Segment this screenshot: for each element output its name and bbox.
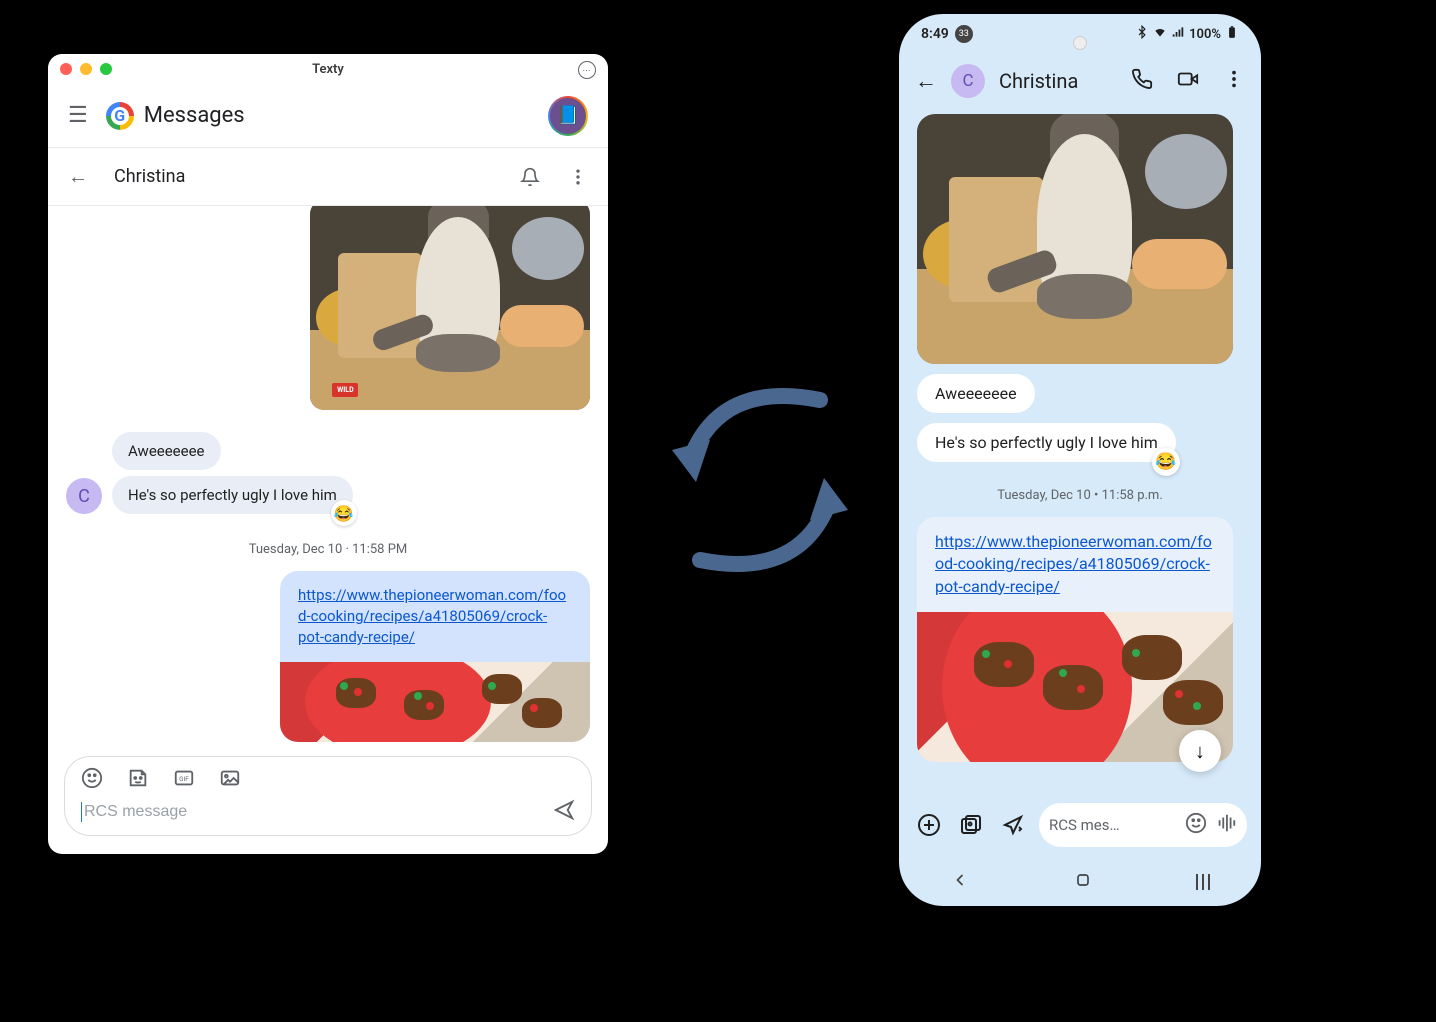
sticker-icon[interactable]	[127, 767, 149, 793]
nav-back-icon[interactable]	[950, 870, 970, 894]
message-input[interactable]	[84, 803, 553, 821]
link-preview-image	[280, 662, 590, 742]
profile-avatar-button[interactable]: 📘	[548, 96, 588, 136]
more-options-icon[interactable]	[568, 167, 588, 187]
emoji-picker-icon[interactable]	[1185, 812, 1207, 838]
phone-nav-bar	[899, 858, 1261, 906]
incoming-link-bubble[interactable]: https://www.thepioneerwoman.com/food-coo…	[917, 517, 1233, 762]
bluetooth-icon	[1135, 25, 1149, 43]
phone-conversation-header: ← C Christina	[899, 54, 1261, 108]
notifications-icon[interactable]	[520, 167, 540, 187]
add-attachment-icon[interactable]	[913, 809, 945, 841]
phone-mockup: 8:49 33 100% ← C Christina	[895, 10, 1265, 910]
outgoing-message-bubble[interactable]: Aweeeeeee	[917, 374, 1035, 413]
google-logo-icon	[106, 102, 134, 130]
timestamp-divider: Tuesday, Dec 10 · 11:58 PM	[66, 542, 590, 557]
outgoing-message-bubble[interactable]: He's so perfectly ugly I love him 😂	[917, 423, 1176, 462]
nav-recents-icon[interactable]	[1196, 874, 1210, 890]
incoming-message-group: C Aweeeeeee He's so perfectly ugly I lov…	[66, 432, 590, 514]
window-more-icon[interactable]: ⋯	[578, 61, 596, 79]
video-call-icon[interactable]	[1177, 68, 1199, 94]
menu-icon[interactable]: ☰	[68, 103, 88, 128]
contact-name: Christina	[114, 166, 185, 187]
sync-arrows-illustration	[660, 350, 860, 610]
back-arrow-icon[interactable]: ←	[915, 68, 937, 94]
message-thread: WILD C Aweeeeeee He's so perfectly ugly …	[48, 206, 608, 744]
gif-icon[interactable]: GIF	[173, 767, 195, 793]
phone-camera-notch	[1073, 36, 1087, 50]
phone-composer: RCS mes…	[899, 792, 1261, 858]
status-notification-count: 33	[955, 25, 973, 43]
incoming-message-bubble[interactable]: He's so perfectly ugly I love him 😂	[112, 476, 353, 514]
wifi-icon	[1153, 25, 1167, 43]
phone-message-thread: Aweeeeeee He's so perfectly ugly I love …	[899, 108, 1261, 784]
phone-message-input-pill[interactable]: RCS mes…	[1039, 803, 1247, 847]
message-composer: GIF	[64, 756, 592, 836]
incoming-link-text[interactable]: https://www.thepioneerwoman.com/food-coo…	[917, 517, 1233, 612]
back-arrow-icon[interactable]: ←	[68, 164, 88, 189]
outgoing-message-bubble[interactable]: https://www.thepioneerwoman.com/food-coo…	[280, 571, 590, 742]
contact-name: Christina	[999, 69, 1078, 93]
phone-message-placeholder: RCS mes…	[1049, 816, 1177, 834]
app-header: ☰ Messages 📘	[48, 84, 608, 148]
message-text: He's so perfectly ugly I love him	[128, 486, 337, 504]
svg-text:GIF: GIF	[179, 775, 189, 783]
window-titlebar: Texty ⋯	[48, 54, 608, 84]
outgoing-link-text[interactable]: https://www.thepioneerwoman.com/food-coo…	[280, 571, 590, 662]
image-attach-icon[interactable]	[219, 767, 241, 793]
gallery-icon[interactable]	[955, 809, 987, 841]
magic-compose-icon[interactable]	[997, 809, 1029, 841]
more-options-icon[interactable]	[1223, 68, 1245, 94]
send-icon[interactable]	[553, 799, 575, 825]
plush-tag: WILD	[332, 383, 358, 397]
call-icon[interactable]	[1131, 68, 1153, 94]
battery-icon	[1225, 25, 1239, 43]
reaction-emoji-icon[interactable]: 😂	[331, 500, 357, 526]
battery-text: 100%	[1189, 27, 1221, 42]
status-time: 8:49	[921, 26, 949, 42]
contact-avatar[interactable]: C	[951, 64, 985, 98]
received-image-message[interactable]	[917, 114, 1233, 364]
message-text: He's so perfectly ugly I love him	[935, 433, 1158, 452]
incoming-message-bubble[interactable]: Aweeeeeee	[112, 432, 221, 470]
contact-avatar[interactable]: C	[66, 478, 102, 514]
text-cursor	[81, 802, 82, 822]
timestamp-divider: Tuesday, Dec 10 • 11:58 p.m.	[917, 488, 1243, 503]
app-title: Messages	[144, 103, 245, 128]
nav-home-icon[interactable]	[1073, 870, 1093, 894]
signal-icon	[1171, 25, 1185, 43]
emoji-picker-icon[interactable]	[81, 767, 103, 793]
conversation-header: ← Christina	[48, 148, 608, 206]
scroll-to-bottom-button[interactable]: ↓	[1179, 730, 1221, 772]
window-title: Texty	[48, 62, 608, 77]
voice-message-icon[interactable]	[1215, 812, 1237, 838]
desktop-messages-window: Texty ⋯ ☰ Messages 📘 ← Christina	[48, 54, 608, 854]
reaction-emoji-icon[interactable]: 😂	[1152, 448, 1180, 476]
sent-image-message[interactable]: WILD	[310, 206, 590, 410]
